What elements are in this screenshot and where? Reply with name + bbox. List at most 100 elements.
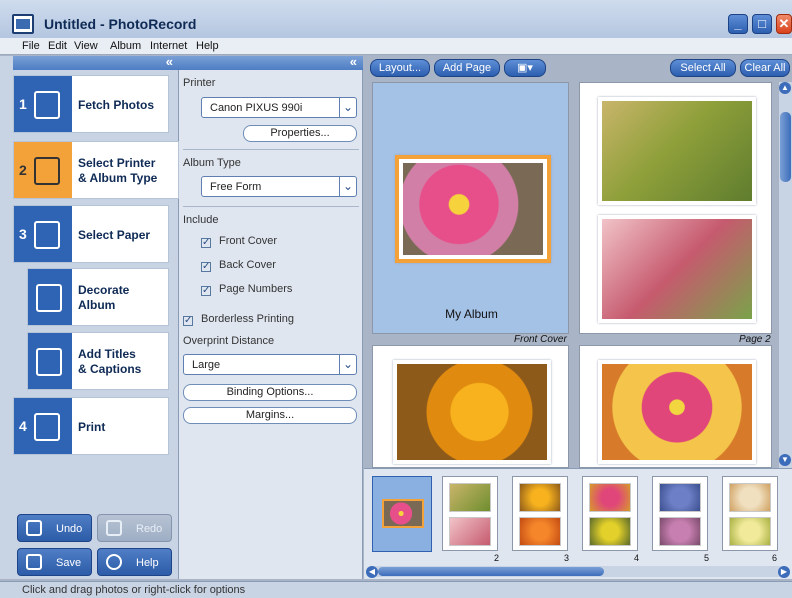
back-cover-checkbox[interactable]: ✓ Back Cover [201, 259, 276, 272]
step-icon-block [28, 333, 72, 389]
page-2[interactable] [579, 82, 772, 334]
step-select-printer[interactable]: 2 Select Printer & Album Type [13, 141, 179, 199]
pink-daisy-photo [403, 163, 543, 255]
decorate-icon [36, 284, 62, 312]
front-cover-page[interactable]: My Album [372, 82, 569, 334]
thumbnail-page-5[interactable] [652, 476, 708, 551]
properties-button[interactable]: Properties... [243, 125, 357, 142]
title-bar: Untitled - PhotoRecord _ □ ✕ [0, 0, 792, 38]
step-panel: « 1 Fetch Photos 2 Select Printer & Albu… [13, 54, 179, 579]
overprint-value: Large [192, 359, 221, 371]
step-label: Select Printer [78, 156, 156, 170]
cover-photo[interactable] [395, 155, 551, 263]
undo-icon [26, 520, 42, 536]
step-number: 2 [19, 162, 27, 178]
thumbnail-photo [519, 517, 561, 546]
thumbnail-photo [519, 483, 561, 512]
redo-label: Redo [136, 523, 163, 535]
menu-album[interactable]: Album [110, 40, 141, 52]
horizontal-scroll-thumb[interactable] [378, 567, 604, 576]
borderless-printing-checkbox[interactable]: ✓ Borderless Printing [183, 313, 294, 326]
settings-panel-collapse[interactable]: « [179, 54, 363, 70]
thumbnail-page-3[interactable] [512, 476, 568, 551]
overprint-select[interactable]: Large ⌄ [183, 354, 357, 375]
paper-icon [34, 221, 60, 249]
step-label-line2: & Captions [78, 362, 142, 376]
vertical-scroll-thumb[interactable] [780, 112, 791, 182]
thumbnail-horizontal-scrollbar[interactable]: ◀ ▶ [366, 566, 790, 578]
overprint-label: Overprint Distance [183, 335, 275, 347]
gerbera-photo[interactable] [598, 360, 756, 464]
step-decorate-album[interactable]: Decorate Album [27, 268, 169, 326]
step-panel-collapse[interactable]: « [13, 54, 179, 70]
select-all-button[interactable]: Select All [670, 59, 736, 77]
scroll-left-icon[interactable]: ◀ [366, 566, 378, 578]
scroll-down-icon[interactable]: ▼ [779, 454, 791, 466]
thumbnail-page-4[interactable] [582, 476, 638, 551]
orange-flower-photo[interactable] [393, 360, 551, 464]
step-number-block: 2 [14, 142, 72, 198]
front-cover-caption: Front Cover [514, 334, 567, 345]
redo-button[interactable]: Redo [97, 514, 172, 542]
save-button[interactable]: Save [17, 548, 92, 576]
album-title[interactable]: My Album [373, 307, 570, 321]
chevron-down-icon: ⌄ [339, 355, 356, 374]
add-page-button[interactable]: Add Page [434, 59, 500, 77]
layout-button[interactable]: Layout... [370, 59, 430, 77]
thumbnail-photo [382, 499, 424, 528]
page-numbers-checkbox[interactable]: ✓ Page Numbers [201, 283, 292, 296]
step-number-block: 3 [14, 206, 72, 262]
help-icon [106, 554, 122, 570]
scroll-right-icon[interactable]: ▶ [778, 566, 790, 578]
page-view-icon: ▣▾ [517, 62, 533, 74]
maximize-button[interactable]: □ [752, 14, 772, 34]
menu-help[interactable]: Help [196, 40, 219, 52]
thumbnail-front-cover[interactable] [372, 476, 432, 552]
page-view-dropdown[interactable]: ▣▾ [504, 59, 546, 77]
thumbnail-page-2[interactable] [442, 476, 498, 551]
album-type-label: Album Type [183, 157, 241, 169]
menu-view[interactable]: View [74, 40, 98, 52]
checkbox-checked-icon: ✓ [183, 315, 193, 326]
menu-edit[interactable]: Edit [48, 40, 67, 52]
protea-photo[interactable] [598, 215, 756, 323]
undo-label: Undo [56, 523, 83, 535]
checkbox-label: Back Cover [219, 259, 276, 271]
help-button[interactable]: Help [97, 548, 172, 576]
binding-options-button[interactable]: Binding Options... [183, 384, 357, 401]
save-label: Save [56, 557, 82, 569]
thumbnail-photo [449, 517, 491, 546]
margins-button[interactable]: Margins... [183, 407, 357, 424]
step-print[interactable]: 4 Print [13, 397, 169, 455]
step-icon-block [28, 269, 72, 325]
album-type-select[interactable]: Free Form ⌄ [201, 176, 357, 197]
thumbnail-page-6[interactable] [722, 476, 778, 551]
printer-select[interactable]: Canon PIXUS 990i ⌄ [201, 97, 357, 118]
front-cover-checkbox[interactable]: ✓ Front Cover [201, 235, 277, 248]
close-button[interactable]: ✕ [776, 14, 792, 34]
clear-all-button[interactable]: Clear All [740, 59, 790, 77]
menu-internet[interactable]: Internet [150, 40, 187, 52]
page-4[interactable] [579, 345, 772, 468]
thumbnail-number: 5 [704, 553, 710, 563]
thumbnail-number: 2 [494, 553, 500, 563]
page-3[interactable] [372, 345, 569, 468]
step-fetch-photos[interactable]: 1 Fetch Photos [13, 75, 169, 133]
step-select-paper[interactable]: 3 Select Paper [13, 205, 169, 263]
divider [183, 149, 359, 150]
fetch-photos-icon [34, 91, 60, 119]
step-label: Fetch Photos [78, 98, 155, 112]
status-text: Click and drag photos or right-click for… [22, 584, 246, 596]
undo-button[interactable]: Undo [17, 514, 92, 542]
step-add-titles[interactable]: Add Titles & Captions [27, 332, 169, 390]
pages-vertical-scrollbar[interactable]: ▲ ▼ [779, 82, 792, 468]
chevron-down-icon: ⌄ [339, 98, 356, 117]
scroll-up-icon[interactable]: ▲ [779, 82, 791, 94]
minimize-button[interactable]: _ [728, 14, 748, 34]
green-bud-photo[interactable] [598, 97, 756, 205]
album-type-value: Free Form [210, 181, 262, 193]
menu-file[interactable]: File [22, 40, 40, 52]
app-logo-icon [12, 14, 34, 34]
redo-icon [106, 520, 122, 536]
left-edge [0, 56, 13, 579]
